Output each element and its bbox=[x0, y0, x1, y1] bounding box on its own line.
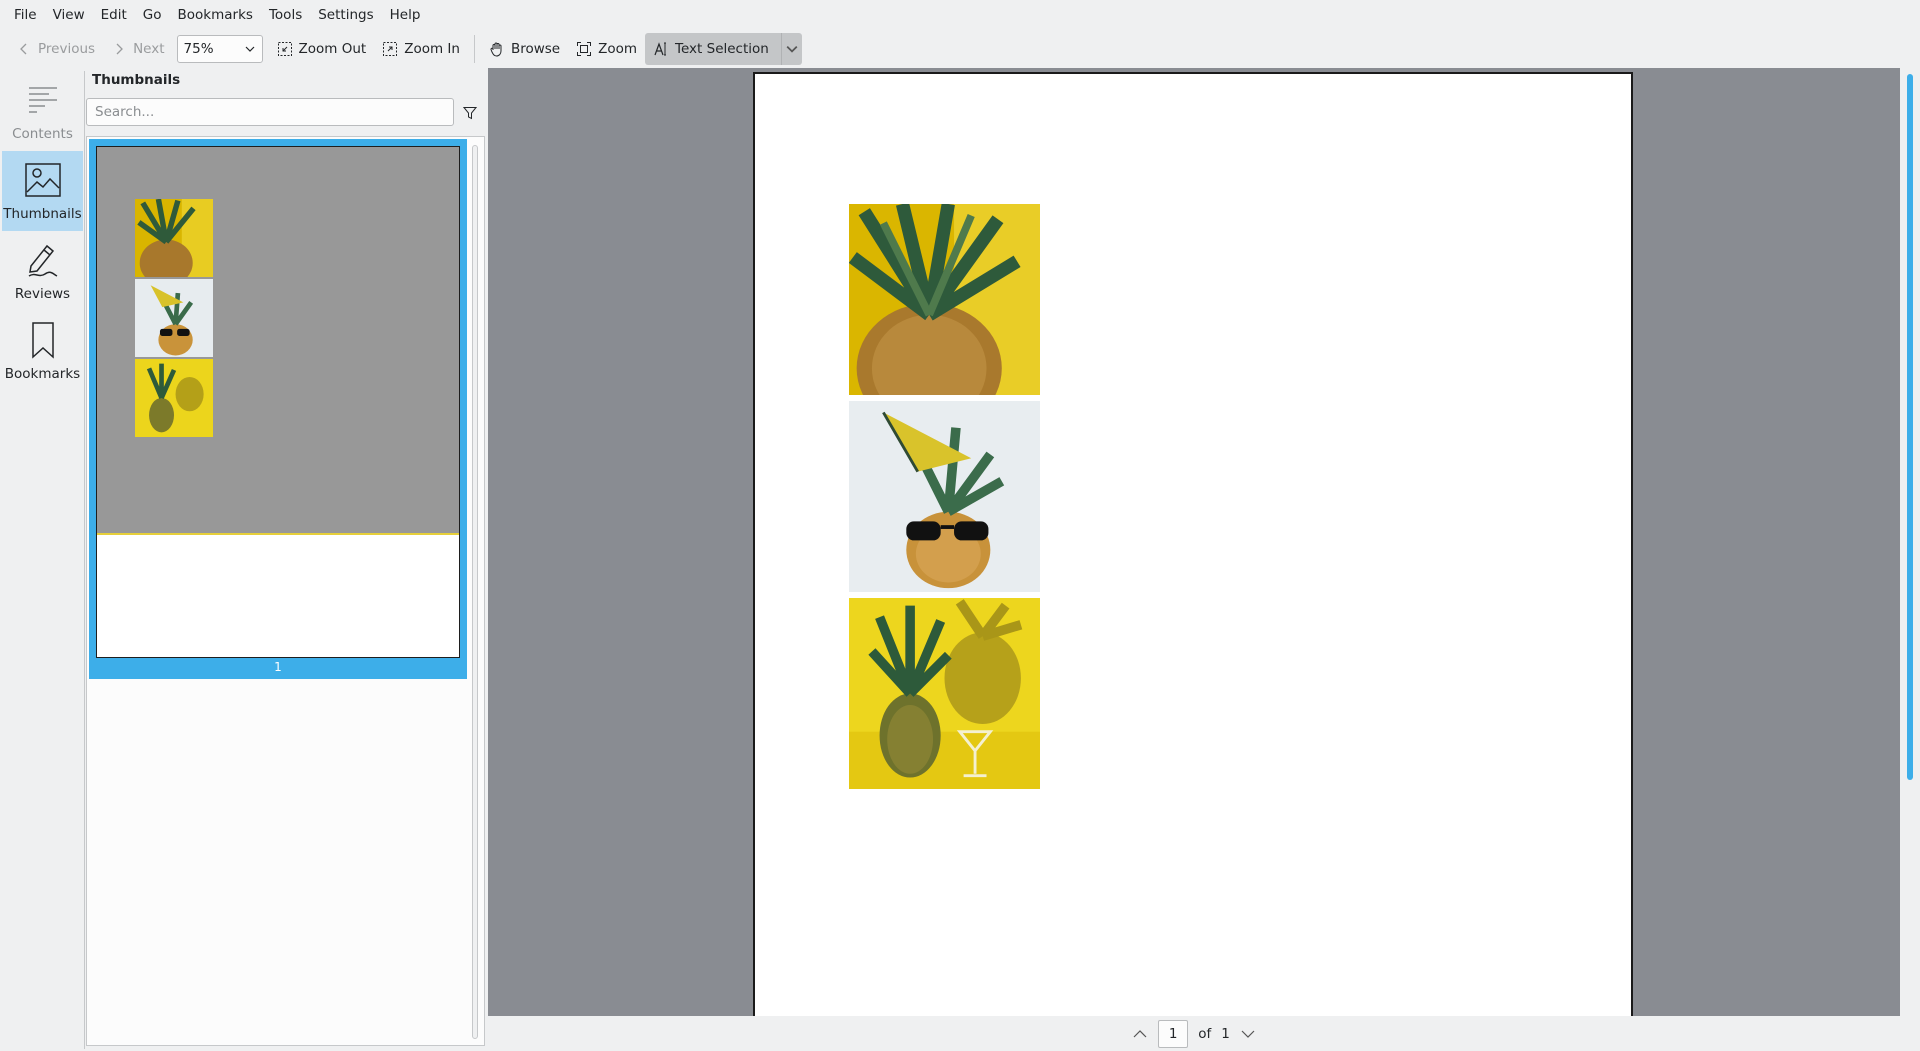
next-label: Next bbox=[133, 41, 165, 57]
page-navigation: 1 of 1 bbox=[488, 1016, 1900, 1051]
zoom-tool-button[interactable]: Zoom bbox=[568, 33, 645, 65]
browse-label: Browse bbox=[510, 41, 561, 57]
panel-title: Thumbnails bbox=[92, 72, 181, 88]
sidebar-label-bookmarks: Bookmarks bbox=[4, 366, 81, 382]
zoom-in-label: Zoom In bbox=[404, 41, 460, 57]
current-page-input[interactable]: 1 bbox=[1158, 1019, 1189, 1048]
sidebar-label-thumbnails: Thumbnails bbox=[3, 206, 82, 222]
zoom-in-button[interactable]: Zoom In bbox=[374, 33, 468, 65]
menu-file[interactable]: File bbox=[6, 0, 45, 30]
contents-icon bbox=[28, 87, 57, 113]
zoom-tool-label: Zoom bbox=[598, 41, 638, 57]
sidebar-label-contents: Contents bbox=[12, 126, 73, 142]
hand-icon bbox=[490, 42, 502, 57]
chevron-right-icon bbox=[116, 43, 123, 55]
of-label: of bbox=[1198, 1025, 1212, 1042]
chevron-down-icon bbox=[786, 45, 798, 53]
chevron-left-icon bbox=[20, 43, 27, 55]
menu-edit[interactable]: Edit bbox=[93, 0, 135, 30]
thumbnail-page-number: 1 bbox=[274, 660, 282, 674]
thumbnail-image-pineapple-3 bbox=[135, 359, 213, 437]
text-selection-dropdown[interactable] bbox=[780, 33, 802, 65]
browse-button[interactable]: Browse bbox=[481, 33, 568, 65]
text-selection-button[interactable]: Text Selection bbox=[645, 33, 802, 65]
filter-icon[interactable] bbox=[463, 106, 477, 120]
chevron-down-icon[interactable] bbox=[1240, 1026, 1256, 1042]
image-icon bbox=[24, 163, 61, 197]
main-toolbar: Previous Next 75% Zoom Out Zoom In Brows… bbox=[0, 30, 1920, 68]
text-selection-label: Text Selection bbox=[675, 41, 769, 57]
previous-button[interactable]: Previous bbox=[8, 33, 103, 65]
sidebar: Contents Thumbnails Reviews Bookmarks bbox=[2, 71, 85, 1049]
document-image-pineapple-2 bbox=[849, 401, 1040, 592]
toolbar-separator bbox=[473, 35, 475, 63]
sidebar-item-contents[interactable]: Contents bbox=[2, 71, 83, 151]
text-select-icon bbox=[654, 42, 667, 56]
pen-icon bbox=[28, 244, 57, 277]
document-page bbox=[753, 72, 1633, 1016]
sidebar-item-thumbnails[interactable]: Thumbnails bbox=[2, 151, 83, 231]
previous-label: Previous bbox=[38, 41, 96, 57]
document-scrollbar[interactable] bbox=[1900, 68, 1920, 1016]
zoom-out-icon bbox=[277, 42, 292, 56]
zoom-in-icon bbox=[383, 42, 398, 56]
menu-help[interactable]: Help bbox=[382, 0, 429, 30]
menu-bookmarks[interactable]: Bookmarks bbox=[170, 0, 261, 30]
document-view[interactable] bbox=[488, 68, 1900, 1016]
zoom-select[interactable]: 75% bbox=[176, 35, 263, 63]
menu-bar: File View Edit Go Bookmarks Tools Settin… bbox=[0, 0, 1920, 30]
menu-go[interactable]: Go bbox=[135, 0, 170, 30]
document-image-pineapple-3 bbox=[849, 598, 1040, 789]
thumbnails-panel: Thumbnails Search... 1 bbox=[86, 68, 485, 1051]
zoom-out-button[interactable]: Zoom Out bbox=[269, 33, 375, 65]
zoom-out-label: Zoom Out bbox=[298, 41, 367, 57]
page-thumbnail-1[interactable]: 1 bbox=[89, 139, 467, 679]
total-pages: 1 bbox=[1221, 1025, 1230, 1042]
menu-view[interactable]: View bbox=[45, 0, 93, 30]
zoom-value: 75% bbox=[183, 41, 214, 57]
search-input[interactable] bbox=[86, 98, 454, 126]
document-image-pineapple-1 bbox=[849, 204, 1040, 395]
document-scrollbar-handle[interactable] bbox=[1907, 74, 1913, 780]
thumbnail-page-preview bbox=[96, 146, 460, 658]
thumbnail-gray-region bbox=[97, 147, 459, 535]
chevron-down-icon bbox=[245, 46, 254, 52]
zoom-region-icon bbox=[577, 42, 592, 56]
thumbnail-list: 1 bbox=[86, 136, 485, 1046]
thumbnail-scrollbar[interactable] bbox=[472, 145, 478, 1039]
thumbnail-image-pineapple-2 bbox=[135, 279, 213, 357]
thumbnail-image-pineapple-1 bbox=[135, 199, 213, 277]
sidebar-item-reviews[interactable]: Reviews bbox=[2, 231, 83, 311]
chevron-up-icon[interactable] bbox=[1132, 1026, 1148, 1042]
bookmark-icon bbox=[31, 322, 54, 359]
menu-settings[interactable]: Settings bbox=[310, 0, 381, 30]
sidebar-item-bookmarks[interactable]: Bookmarks bbox=[2, 311, 83, 391]
menu-tools[interactable]: Tools bbox=[261, 0, 310, 30]
sidebar-label-reviews: Reviews bbox=[14, 286, 71, 302]
next-button[interactable]: Next bbox=[103, 33, 172, 65]
